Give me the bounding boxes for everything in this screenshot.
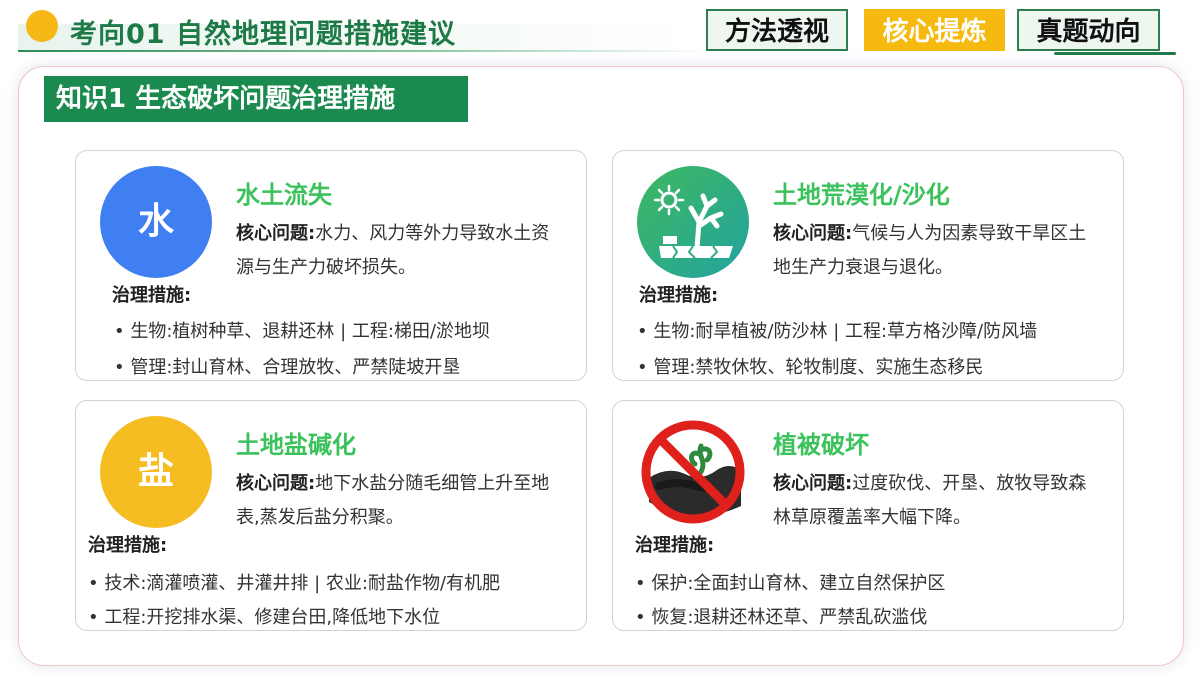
core-label: 核心问题: [236, 223, 316, 244]
card-salinization: 盐 土地盐碱化 核心问题:地下水盐分随毛细管上升至地表,蒸发后盐分积聚。 治理措… [75, 400, 587, 631]
core-problem: 核心问题:水力、风力等外力导致水土资源与生产力破坏损失。 [236, 217, 566, 285]
no-deforestation-icon [641, 420, 745, 524]
desertification-icon [637, 166, 749, 278]
measure-item: • 管理:封山育林、合理放牧、严禁陡坡开垦 [114, 357, 461, 378]
tab-method-insight[interactable]: 方法透视 [706, 9, 848, 51]
card-title: 植被破坏 [773, 431, 869, 459]
measure-item: • 保护:全面封山育林、建立自然保护区 [635, 573, 946, 594]
measures-label: 治理措施: [635, 535, 715, 556]
page-title: 考向01 自然地理问题措施建议 [70, 19, 456, 50]
measures-label: 治理措施: [112, 285, 192, 306]
yellow-dot-icon [26, 10, 58, 42]
salt-circle-icon: 盐 [100, 416, 212, 528]
measures-label: 治理措施: [88, 535, 168, 556]
header: 考向01 自然地理问题措施建议 方法透视 核心提炼 真题动向 [0, 0, 1200, 62]
water-circle-icon: 水 [100, 166, 212, 278]
core-label: 核心问题: [236, 473, 316, 494]
measure-item: • 技术:滴灌喷灌、井灌井排 | 农业:耐盐作物/有机肥 [88, 573, 501, 594]
card-title: 水土流失 [236, 181, 332, 209]
tab-core-summary[interactable]: 核心提炼 [864, 9, 1005, 51]
tab-underline [1054, 52, 1176, 55]
measure-item: • 工程:开挖排水渠、修建台田,降低地下水位 [88, 607, 441, 628]
card-title: 土地盐碱化 [236, 431, 356, 459]
measure-item: • 生物:植树种草、退耕还林 | 工程:梯田/淤地坝 [114, 321, 491, 342]
core-problem: 核心问题:地下水盐分随毛细管上升至地表,蒸发后盐分积聚。 [236, 467, 566, 535]
card-soil-erosion: 水 水土流失 核心问题:水力、风力等外力导致水土资源与生产力破坏损失。 治理措施… [75, 150, 587, 381]
measures-label: 治理措施: [639, 285, 719, 306]
card-desertification: 土地荒漠化/沙化 核心问题:气候与人为因素导致干旱区土地生产力衰退与退化。 治理… [612, 150, 1124, 381]
section-title: 知识1 生态破坏问题治理措施 [44, 76, 468, 122]
core-label: 核心问题: [773, 223, 853, 244]
measure-item: • 生物:耐旱植被/防沙林 | 工程:草方格沙障/防风墙 [637, 321, 1038, 342]
measure-item: • 管理:禁牧休牧、轮牧制度、实施生态移民 [637, 357, 984, 378]
card-title: 土地荒漠化/沙化 [773, 181, 950, 209]
card-vegetation-damage: 植被破坏 核心问题:过度砍伐、开垦、放牧导致森林草原覆盖率大幅下降。 治理措施:… [612, 400, 1124, 631]
measure-item: • 恢复:退耕还林还草、严禁乱砍滥伐 [635, 607, 928, 628]
tab-exam-trends[interactable]: 真题动向 [1017, 9, 1160, 51]
core-label: 核心问题: [773, 473, 853, 494]
core-problem: 核心问题:过度砍伐、开垦、放牧导致森林草原覆盖率大幅下降。 [773, 467, 1103, 535]
core-problem: 核心问题:气候与人为因素导致干旱区土地生产力衰退与退化。 [773, 217, 1103, 285]
